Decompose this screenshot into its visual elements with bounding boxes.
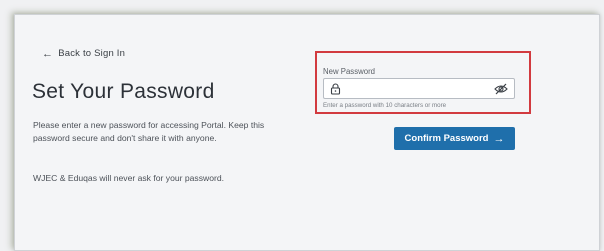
page-title: Set Your Password: [32, 80, 215, 103]
arrow-right-icon: →: [493, 132, 505, 145]
back-to-sign-in-link[interactable]: ← Back to Sign In: [42, 48, 125, 59]
security-note: WJEC & Eduqas will never ask for your pa…: [33, 173, 225, 183]
new-password-input[interactable]: [346, 81, 486, 96]
lock-icon: [330, 83, 341, 95]
screenshot-frame: ← Back to Sign In Set Your Password Plea…: [0, 0, 604, 251]
description-text: Please enter a new password for accessin…: [33, 120, 265, 143]
new-password-field[interactable]: [323, 78, 515, 99]
confirm-password-button[interactable]: Confirm Password →: [394, 127, 515, 150]
back-link-label: Back to Sign In: [58, 48, 126, 59]
eye-slash-icon[interactable]: [494, 83, 508, 95]
new-password-label: New Password: [323, 67, 375, 76]
arrow-left-icon: ←: [42, 47, 54, 60]
confirm-button-label: Confirm Password: [404, 133, 489, 144]
password-hint: Enter a password with 10 characters or m…: [323, 102, 447, 109]
